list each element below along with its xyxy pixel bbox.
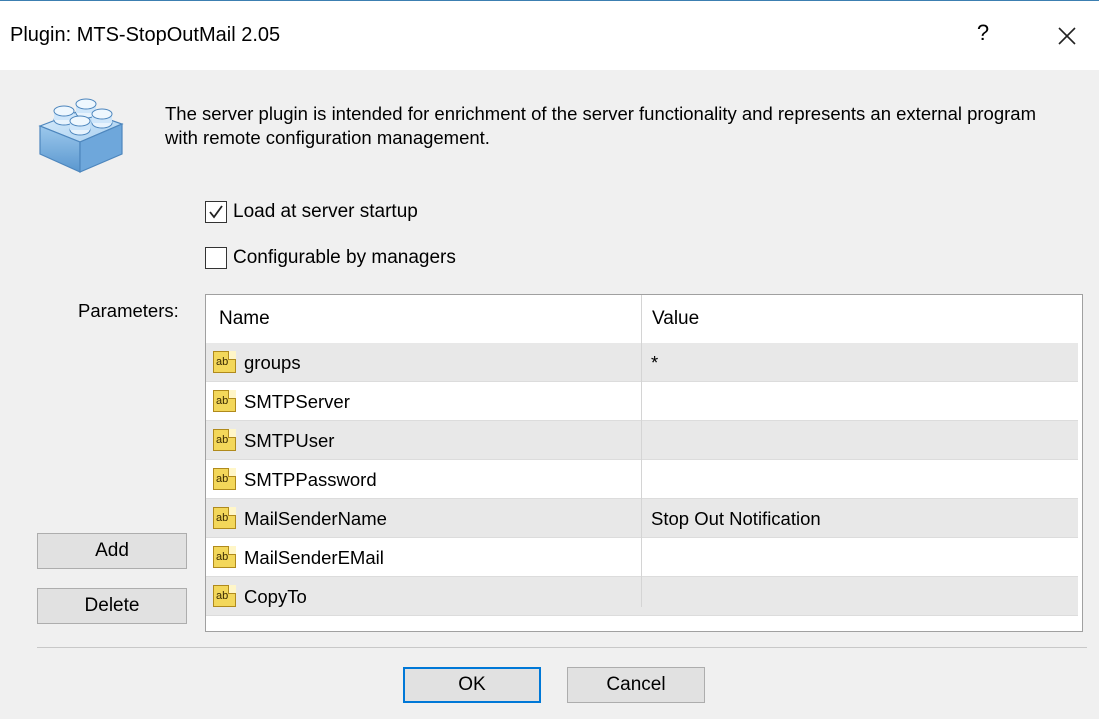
grid-header: Name Value xyxy=(206,295,1078,344)
help-button[interactable]: ? xyxy=(968,20,998,50)
configurable-by-managers-label: Configurable by managers xyxy=(233,247,456,268)
table-row[interactable]: ab MailSenderEMail xyxy=(206,538,1078,577)
param-name: MailSenderEMail xyxy=(244,547,384,568)
cancel-button[interactable]: Cancel xyxy=(567,667,705,703)
column-header-name[interactable]: Name xyxy=(219,295,270,343)
string-param-icon: ab xyxy=(213,390,236,412)
configurable-by-managers-checkbox[interactable] xyxy=(205,247,227,269)
param-name: SMTPServer xyxy=(244,391,350,412)
parameters-label: Parameters: xyxy=(78,300,179,321)
param-name: SMTPPassword xyxy=(244,469,377,490)
param-value[interactable]: Stop Out Notification xyxy=(651,499,821,538)
string-param-icon: ab xyxy=(213,507,236,529)
table-row[interactable]: ab CopyTo xyxy=(206,577,1078,616)
string-param-icon: ab xyxy=(213,429,236,451)
close-button[interactable] xyxy=(1050,19,1084,53)
string-param-icon: ab xyxy=(213,546,236,568)
load-at-startup-option[interactable]: Load at server startup xyxy=(205,199,418,225)
column-divider xyxy=(641,295,642,607)
param-name: groups xyxy=(244,352,301,373)
close-icon xyxy=(1058,27,1076,45)
window-title: Plugin: MTS-StopOutMail 2.05 xyxy=(10,24,281,46)
plugin-description: The server plugin is intended for enrich… xyxy=(165,103,1036,148)
footer-divider xyxy=(37,647,1087,648)
table-row[interactable]: ab groups * xyxy=(206,343,1078,382)
add-button[interactable]: Add xyxy=(37,533,187,569)
param-name: SMTPUser xyxy=(244,430,335,451)
delete-button[interactable]: Delete xyxy=(37,588,187,624)
configurable-by-managers-option[interactable]: Configurable by managers xyxy=(205,245,456,271)
param-name: MailSenderName xyxy=(244,508,387,529)
string-param-icon: ab xyxy=(213,351,236,373)
string-param-icon: ab xyxy=(213,585,236,607)
table-row[interactable]: ab SMTPServer xyxy=(206,382,1078,421)
param-name: CopyTo xyxy=(244,586,307,607)
parameters-grid[interactable]: Name Value ab groups * ab SMTPServer ab … xyxy=(205,294,1083,632)
plugin-brick-icon xyxy=(36,96,126,174)
load-at-startup-label: Load at server startup xyxy=(233,201,418,222)
title-bar: Plugin: MTS-StopOutMail 2.05 ? xyxy=(0,0,1099,71)
column-header-value[interactable]: Value xyxy=(652,295,699,343)
checkmark-icon xyxy=(209,205,223,219)
param-value[interactable]: * xyxy=(651,343,658,382)
load-at-startup-checkbox[interactable] xyxy=(205,201,227,223)
table-row[interactable]: ab SMTPPassword xyxy=(206,460,1078,499)
table-row[interactable]: ab MailSenderName Stop Out Notification xyxy=(206,499,1078,538)
ok-button[interactable]: OK xyxy=(403,667,541,703)
table-row[interactable]: ab SMTPUser xyxy=(206,421,1078,460)
string-param-icon: ab xyxy=(213,468,236,490)
